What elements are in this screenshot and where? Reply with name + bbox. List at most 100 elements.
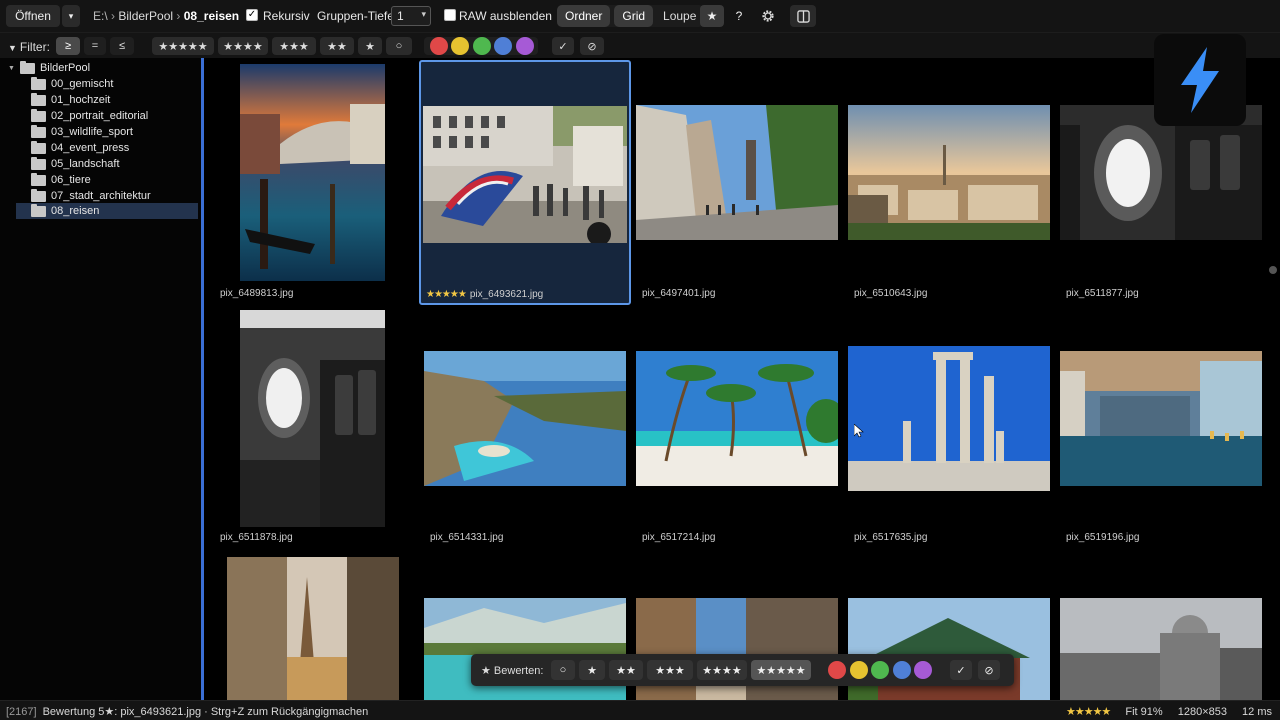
view-mode-segment: Ordner Grid Loupe xyxy=(557,5,705,27)
sidebar-item-00-gemischt[interactable]: 00_gemischt xyxy=(31,76,198,92)
filter-rating-1[interactable]: ★ xyxy=(358,37,382,55)
filter-rating-2[interactable]: ★★ xyxy=(320,37,354,55)
thumbnail-cell[interactable]: pix_6510643.jpg xyxy=(845,60,1051,304)
rate-4-button[interactable]: ★★★★ xyxy=(697,660,747,680)
raw-hide-checkbox[interactable] xyxy=(444,9,456,21)
sidebar-item-08-reisen[interactable]: 08_reisen xyxy=(16,203,198,219)
filter-rating-none[interactable]: ○ xyxy=(386,37,412,55)
thumbnail-image[interactable] xyxy=(848,105,1050,240)
thumbnail-image[interactable] xyxy=(636,351,838,486)
folder-icon xyxy=(19,60,35,74)
folder-icon xyxy=(31,92,46,106)
filter-color-green[interactable] xyxy=(473,37,491,55)
folder-tree: ▼ BilderPool 00_gemischt 01_hochzeit 02_… xyxy=(0,58,204,700)
flag-accept-button[interactable]: ✓ xyxy=(950,660,972,680)
thumbnail-caption: pix_6514331.jpg xyxy=(430,532,504,543)
open-button[interactable]: Öffnen xyxy=(6,5,60,27)
thumbnail-cell[interactable]: pix_6514331.jpg xyxy=(421,308,627,548)
sidebar-item-06-tiere[interactable]: 06_tiere xyxy=(31,172,198,188)
recursive-checkbox[interactable]: ✓ xyxy=(246,9,258,21)
view-mode-loupe[interactable]: Loupe xyxy=(655,5,704,27)
filter-color-yellow[interactable] xyxy=(451,37,469,55)
filter-op-eq[interactable]: = xyxy=(84,37,106,55)
thumbnail-cell[interactable] xyxy=(1057,554,1263,700)
thumbnail-cell[interactable]: pix_6511878.jpg xyxy=(209,308,415,548)
thumbnail-image[interactable] xyxy=(240,310,385,527)
sidebar-item-05-landschaft[interactable]: 05_landschaft xyxy=(31,156,198,172)
group-depth-select[interactable]: 1 ▾ xyxy=(391,6,431,26)
status-timing: 12 ms xyxy=(1242,706,1272,718)
breadcrumb-separator: › xyxy=(176,9,181,23)
thumbnail-image[interactable] xyxy=(1060,598,1262,700)
tree-root-bilderpool[interactable]: ▼ BilderPool xyxy=(8,60,90,76)
thumbnail-image[interactable] xyxy=(636,105,838,240)
sidebar-item-01-hochzeit[interactable]: 01_hochzeit xyxy=(31,92,198,108)
flag-reject-button[interactable]: ⊘ xyxy=(978,660,1000,680)
quick-action-button[interactable] xyxy=(1154,34,1246,126)
thumbnail-image[interactable] xyxy=(423,106,627,243)
breadcrumb-drive[interactable]: E:\ xyxy=(93,9,108,23)
filter-rating-3[interactable]: ★★★ xyxy=(272,37,316,55)
thumbnail-image[interactable] xyxy=(424,351,626,486)
label-purple-button[interactable] xyxy=(914,661,932,679)
thumbnail-cell[interactable] xyxy=(209,554,415,700)
sidebar-item-02-portrait-editorial[interactable]: 02_portrait_editorial xyxy=(31,108,198,124)
gear-icon xyxy=(762,10,774,22)
breadcrumb-current[interactable]: 08_reisen xyxy=(184,9,239,23)
filter-color-red[interactable] xyxy=(430,37,448,55)
filter-flag-rejected[interactable]: ⊘ xyxy=(580,37,604,55)
panel-toggle-icon xyxy=(796,9,810,23)
folder-icon xyxy=(31,108,46,122)
star-filter-button[interactable]: ★ xyxy=(700,5,724,27)
thumbnail-cell[interactable]: pix_6519196.jpg xyxy=(1057,308,1263,548)
panel-toggle-button[interactable] xyxy=(790,5,816,27)
rate-none-button[interactable]: ○ xyxy=(551,660,575,680)
rating-toolbar: ★ Bewerten: ○ ★ ★★ ★★★ ★★★★ ★★★★★ ✓ ⊘ xyxy=(471,654,1014,686)
rate-5-button[interactable]: ★★★★★ xyxy=(751,660,811,680)
thumbnail-image[interactable] xyxy=(240,64,385,281)
status-rating: ★★★★★ xyxy=(1065,706,1111,718)
folder-icon xyxy=(31,188,46,202)
filter-rating-4[interactable]: ★★★★ xyxy=(218,37,268,55)
breadcrumb-separator: › xyxy=(111,9,116,23)
thumbnail-caption: pix_6510643.jpg xyxy=(854,288,928,299)
thumbnail-cell[interactable]: pix_6489813.jpg xyxy=(209,60,415,304)
filter-flag-accepted[interactable]: ✓ xyxy=(552,37,574,55)
breadcrumb-bilderpool[interactable]: BilderPool xyxy=(118,9,173,23)
thumbnail-image[interactable] xyxy=(848,346,1050,491)
thumbnail-image[interactable] xyxy=(1060,351,1262,486)
rate-3-button[interactable]: ★★★ xyxy=(647,660,693,680)
label-red-button[interactable] xyxy=(828,661,846,679)
sidebar-item-03-wildlife-sport[interactable]: 03_wildlife_sport xyxy=(31,124,198,140)
filter-op-lte[interactable]: ≤ xyxy=(110,37,134,55)
settings-button[interactable] xyxy=(756,5,780,27)
label-yellow-button[interactable] xyxy=(850,661,868,679)
rate-1-button[interactable]: ★ xyxy=(579,660,605,680)
group-depth-value: 1 xyxy=(397,9,404,23)
view-mode-ordner[interactable]: Ordner xyxy=(557,5,611,27)
thumbnail-image[interactable] xyxy=(227,557,399,700)
tree-collapse-icon[interactable]: ▼ xyxy=(8,65,15,72)
filter-color-purple[interactable] xyxy=(516,37,534,55)
filter-rating-5[interactable]: ★★★★★ xyxy=(152,37,214,55)
open-dropdown-button[interactable]: ▾ xyxy=(62,5,80,27)
filter-color-blue[interactable] xyxy=(494,37,512,55)
thumbnail-cell[interactable]: pix_6517635.jpg xyxy=(845,308,1051,548)
view-mode-grid[interactable]: Grid xyxy=(614,5,654,27)
sidebar-item-07-stadt-architektur[interactable]: 07_stadt_architektur xyxy=(31,188,198,204)
sidebar-item-04-event-press[interactable]: 04_event_press xyxy=(31,140,198,156)
rate-2-button[interactable]: ★★ xyxy=(609,660,643,680)
thumbnail-caption: pix_6497401.jpg xyxy=(642,288,716,299)
thumbnail-cell[interactable]: pix_6497401.jpg xyxy=(633,60,839,304)
scrollbar-thumb[interactable] xyxy=(1269,266,1277,274)
help-button[interactable]: ? xyxy=(728,5,750,27)
chevron-down-icon: ▾ xyxy=(421,9,426,19)
thumbnail-caption: pix_6511878.jpg xyxy=(220,532,293,543)
thumbnail-cell[interactable]: pix_6517214.jpg xyxy=(633,308,839,548)
label-green-button[interactable] xyxy=(871,661,889,679)
label-blue-button[interactable] xyxy=(893,661,911,679)
recursive-label: Rekursiv xyxy=(263,9,310,23)
filter-op-gte[interactable]: ≥ xyxy=(56,37,80,55)
folder-icon xyxy=(31,140,46,154)
thumbnail-cell-selected[interactable]: ★★★★★ pix_6493621.jpg xyxy=(419,60,631,305)
